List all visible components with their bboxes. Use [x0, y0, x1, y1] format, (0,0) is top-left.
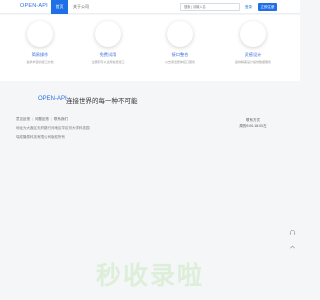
feature-card[interactable]: 免费试用 注册即可以试用免费接口 [78, 21, 138, 64]
feature-icon [95, 21, 121, 47]
watermark: 秒收录啦 [95, 261, 204, 290]
footer-link-feedback[interactable]: 意见反馈 [16, 117, 30, 122]
footer-links: 意见反馈 | 问题反馈 | 联系我们 [16, 117, 68, 122]
slogan-text: 连接世界的每一种不可能 [66, 98, 138, 105]
contact-info: 联系方式 周的9:00-18:00左 [238, 118, 268, 129]
feature-desc: 以去用法整体接口服务 [164, 60, 195, 64]
headset-icon[interactable] [289, 229, 296, 236]
separator: | [32, 117, 33, 121]
search-input[interactable] [180, 3, 240, 11]
feature-desc: 提供精美设计提供数据服务 [234, 60, 271, 64]
slogan-brand: OPEN-API [38, 96, 67, 102]
footer-link-issues[interactable]: 问题反馈 [35, 117, 49, 122]
footer-link-contact[interactable]: 联系我们 [54, 117, 68, 122]
feature-card[interactable]: 灵感设计 提供精美设计提供数据服务 [223, 21, 283, 64]
feature-title: 接口整合 [171, 52, 189, 57]
login-button[interactable]: 登录 [245, 3, 252, 11]
register-button[interactable]: 立即注册 [258, 3, 277, 11]
footer-address: 地址为大鑫区天府路行河地区华区河大学科技园 [16, 126, 90, 130]
feature-icon [167, 21, 193, 47]
feature-title: 简易操作 [31, 52, 49, 57]
feature-desc: 提供丰富的接口文档 [26, 60, 54, 64]
feature-title: 免费试用 [99, 52, 117, 57]
nav-about[interactable]: 关于公司 [73, 0, 89, 14]
arrow-up-icon[interactable] [289, 244, 296, 251]
logo[interactable]: OPEN-API [20, 3, 48, 9]
feature-icon [240, 21, 266, 47]
header: OPEN-API 首页 关于公司 登录 立即注册 [0, 0, 300, 14]
feature-title: 灵感设计 [244, 52, 262, 57]
features-section: 简易操作 提供丰富的接口文档 免费试用 注册即可以试用免费接口 接口整合 以去用… [0, 15, 300, 81]
contact-hours: 周的9:00-18:00左 [239, 124, 267, 128]
feature-card[interactable]: 简易操作 提供丰富的接口文档 [10, 21, 70, 64]
contact-label: 联系方式 [246, 118, 260, 122]
feature-icon [27, 21, 53, 47]
feature-desc: 注册即可以试用免费接口 [91, 60, 125, 64]
feature-card[interactable]: 接口整合 以去用法整体接口服务 [150, 21, 210, 64]
footer-copyright: 瑞成隆泰科技有限公司版权所有 [16, 135, 65, 139]
nav-home[interactable]: 首页 [51, 0, 68, 14]
separator: | [50, 117, 52, 121]
